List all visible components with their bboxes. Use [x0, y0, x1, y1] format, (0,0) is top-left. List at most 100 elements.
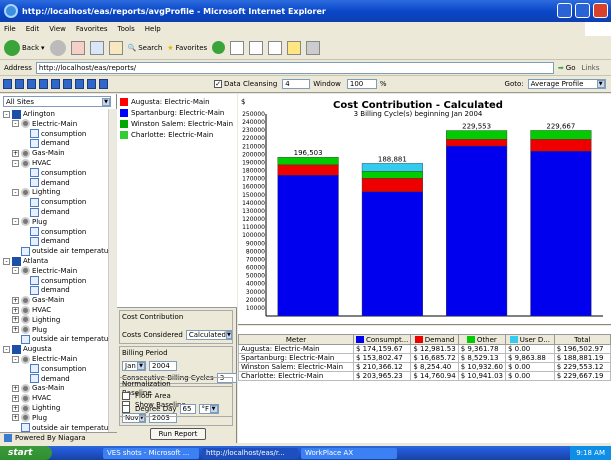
expand-icon[interactable]: +	[12, 326, 19, 334]
collapse-icon[interactable]: -	[12, 159, 19, 167]
collapse-icon[interactable]: -	[12, 218, 19, 226]
print-button[interactable]	[268, 40, 283, 55]
history-button[interactable]	[230, 40, 245, 55]
costs-considered-select[interactable]: Calculated ▼	[185, 330, 232, 340]
tree-node-gear[interactable]: + HVAC	[12, 393, 51, 403]
expand-icon[interactable]: +	[12, 394, 19, 402]
address-input[interactable]: http://localhost/eas/reports/	[35, 61, 554, 74]
home-button[interactable]	[108, 40, 123, 55]
tree-node-pt[interactable]: consumption	[21, 276, 86, 286]
mail-button[interactable]	[249, 40, 264, 55]
tree-node-gear[interactable]: - Electric-Main	[12, 354, 77, 364]
calendar-icon[interactable]	[15, 79, 24, 89]
tree-node-pt[interactable]: consumption	[21, 197, 86, 207]
collapse-icon[interactable]: -	[3, 257, 10, 265]
degree-day-checkbox[interactable]	[122, 405, 130, 413]
degree-unit-select[interactable]: °F ▼	[198, 404, 219, 414]
tree-node-gear[interactable]: + Plug	[12, 325, 47, 335]
expand-icon[interactable]: +	[12, 414, 19, 422]
folder-button[interactable]	[287, 40, 302, 55]
column-header[interactable]: Total	[553, 334, 611, 345]
goto-select[interactable]: Average Profile ▼	[527, 79, 606, 89]
menu-help[interactable]: Help	[145, 25, 161, 33]
discuss-button[interactable]	[306, 40, 321, 55]
window-input[interactable]: 4	[282, 79, 311, 89]
grid-icon[interactable]	[75, 79, 84, 89]
tree-node-pt[interactable]: demand	[21, 374, 70, 384]
tree-node-pt[interactable]: consumption	[21, 168, 86, 178]
media-button[interactable]	[212, 41, 226, 54]
table-row[interactable]: Augusta: Electric-Main $ 174,159.67 $ 12,9…	[238, 344, 611, 354]
table-icon[interactable]	[87, 79, 96, 89]
tree-node-pt[interactable]: consumption	[21, 227, 86, 237]
links-button[interactable]: Links	[581, 64, 599, 72]
legend-item[interactable]: Spartanburg: Electric-Main	[120, 108, 224, 117]
menu-view[interactable]: View	[49, 25, 66, 33]
expand-icon[interactable]: +	[12, 316, 19, 324]
floor-area-checkbox[interactable]	[122, 392, 130, 400]
tree-node-pt[interactable]: demand	[21, 236, 70, 246]
tree-node-site[interactable]: - Atlanta	[3, 256, 48, 266]
refresh-button[interactable]	[89, 40, 104, 55]
table-row[interactable]: Winston Salem: Electric-Main $ 210,366.12…	[238, 362, 611, 372]
forward-button[interactable]	[49, 39, 66, 56]
legend-item[interactable]: Augusta: Electric-Main	[120, 97, 210, 106]
favorites-button[interactable]: ★ Favorites	[167, 44, 207, 52]
percent-input[interactable]: 100	[346, 79, 377, 89]
tree-vertical-scrollbar[interactable]	[108, 109, 117, 434]
degree-day-input[interactable]: 65	[179, 404, 196, 414]
tree-node-pt[interactable]: outside air temperatu	[12, 246, 108, 256]
tree-node-gear[interactable]: + HVAC	[12, 305, 51, 315]
back-button[interactable]: Back ▾	[4, 39, 45, 56]
tree-node-gear[interactable]: - Electric-Main	[12, 119, 77, 129]
chart-icon[interactable]	[39, 79, 48, 89]
collapse-icon[interactable]: -	[12, 267, 19, 275]
task-localhost[interactable]: http://localhost/eas/r...	[202, 447, 298, 459]
tree-node-gear[interactable]: - HVAC	[12, 158, 51, 168]
go-button[interactable]: ➡ Go	[558, 64, 576, 72]
expand-icon[interactable]: +	[12, 306, 19, 314]
start-button[interactable]: start	[0, 446, 52, 460]
tree-node-gear[interactable]: + Plug	[12, 413, 47, 423]
billing-month-select[interactable]: Jan ▼	[122, 361, 146, 371]
tree-node-pt[interactable]: demand	[21, 178, 70, 188]
expand-icon[interactable]: +	[12, 384, 19, 392]
close-button[interactable]	[593, 3, 608, 18]
column-header[interactable]: Other	[457, 334, 507, 345]
menu-favorites[interactable]: Favorites	[76, 25, 108, 33]
tree-node-pt[interactable]: demand	[21, 207, 70, 217]
menu-tools[interactable]: Tools	[118, 25, 135, 33]
tree-node-gear[interactable]: + Gas-Main	[12, 383, 65, 393]
legend-item[interactable]: Charlotte: Electric-Main	[120, 130, 213, 139]
expand-icon[interactable]: +	[12, 296, 19, 304]
menu-edit[interactable]: Edit	[26, 25, 40, 33]
expand-icon[interactable]: +	[12, 149, 19, 157]
tree-node-pt[interactable]: consumption	[21, 129, 86, 139]
tree-icon[interactable]	[51, 79, 60, 89]
stop-button[interactable]	[70, 40, 85, 55]
collapse-icon[interactable]: -	[12, 120, 19, 128]
tree-node-gear[interactable]: + Gas-Main	[12, 295, 65, 305]
tree-node-gear[interactable]: - Electric-Main	[12, 266, 77, 276]
tree-node-gear[interactable]: + Gas-Main	[12, 148, 65, 158]
tree-node-site[interactable]: - Arlington	[3, 109, 55, 119]
tree-node-pt[interactable]: demand	[21, 285, 70, 295]
expand-icon[interactable]: +	[12, 404, 19, 412]
menu-file[interactable]: File	[4, 25, 16, 33]
data-cleansing-checkbox[interactable]	[214, 80, 222, 88]
print-icon[interactable]	[27, 79, 36, 89]
collapse-icon[interactable]: -	[3, 110, 10, 118]
tree-node-site[interactable]: - Augusta	[3, 344, 52, 354]
run-report-button[interactable]: Run Report	[150, 428, 206, 440]
zoom-icon[interactable]	[63, 79, 72, 89]
tree-node-pt[interactable]: consumption	[21, 364, 86, 374]
collapse-icon[interactable]: -	[12, 188, 19, 196]
minimize-button[interactable]	[557, 3, 572, 18]
column-header[interactable]: User D...	[505, 334, 555, 345]
collapse-icon[interactable]: -	[12, 355, 19, 363]
tree-node-pt[interactable]: outside air temperatu	[12, 334, 108, 344]
column-header[interactable]: Meter	[238, 334, 354, 345]
task-workplace[interactable]: WorkPlace AX	[301, 447, 397, 459]
help-icon[interactable]	[99, 79, 108, 89]
tree-node-pt[interactable]: demand	[21, 138, 70, 148]
